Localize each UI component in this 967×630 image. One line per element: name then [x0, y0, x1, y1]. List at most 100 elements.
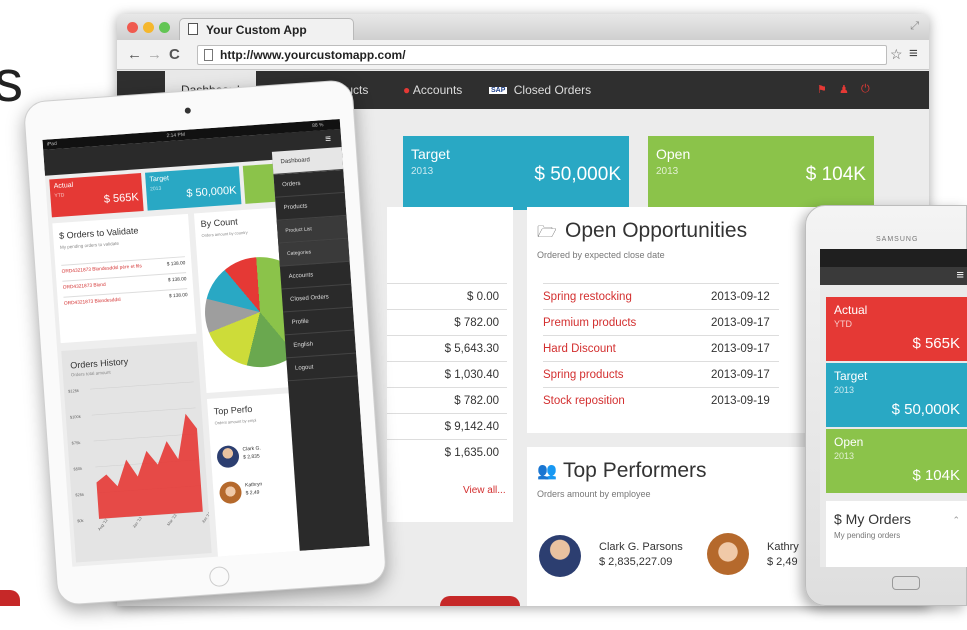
x-tick-label: Mar '13 [166, 512, 178, 526]
browser-tab-title: Your Custom App [206, 23, 307, 37]
avatar [216, 444, 240, 469]
ipad-performer-name: Kathryn [244, 481, 263, 489]
nav-accounts-label: Accounts [412, 83, 463, 97]
kpi-target[interactable]: Target 2013 $ 50,000K [403, 136, 629, 210]
orders-validate-subtitle: My pending orders to validate [59, 240, 120, 250]
decorative-red-shape [440, 596, 520, 606]
kpi-target-title: Target [411, 146, 450, 162]
browser-menu-icon[interactable]: ≡ [909, 45, 918, 62]
ipad-frame: iPad 2:14 PM 88 % Actual YTD $ 565K Target… [22, 79, 388, 606]
phone-home-button[interactable] [892, 576, 920, 590]
performer-name: Clark G. Parsons [599, 541, 683, 553]
amount-row: $ 5,643.30 [387, 335, 507, 361]
side-item-logout[interactable]: Logout [286, 353, 358, 382]
phone-kpi-actual[interactable]: Actual YTD $ 565K [826, 297, 967, 361]
address-bar[interactable]: http://www.yourcustomapp.com/ [197, 45, 887, 65]
y-tick-label: $100k [70, 414, 81, 420]
orders-history-panel: Orders History Orders total amount $125k… [61, 341, 212, 563]
gridline [89, 381, 194, 390]
flag-icon[interactable]: ⚑ [817, 83, 827, 96]
amount-row: $ 782.00 [387, 387, 507, 413]
order-row[interactable]: ORD4321873 Blondesddsl père et fils $ 138… [61, 256, 186, 275]
ipad-device: iPad 2:14 PM 88 % Actual YTD $ 565K Target… [0, 70, 400, 630]
phone-app-header: ≡ [820, 267, 967, 285]
folder-open-icon: 🗁 [537, 224, 557, 241]
phone-kpi-target[interactable]: Target 2013 $ 50,000K [826, 363, 967, 427]
url-page-icon [204, 49, 213, 61]
kpi-target-value: $ 50,000K [534, 164, 621, 185]
opportunity-row[interactable]: Spring restocking 2013-09-12 [543, 283, 779, 309]
orders-history-title: Orders History [69, 356, 129, 371]
ipad-top-performers-panel: Top Perfo Orders amount by empl Clark G.… [206, 393, 300, 559]
amount-row: $ 1,030.40 [387, 361, 507, 387]
title-bar: Your Custom App ⤢ [117, 14, 929, 40]
maximize-window-button[interactable] [159, 22, 170, 33]
phone-kpi-open[interactable]: Open 2013 $ 104K [826, 429, 967, 493]
nav-closed-orders[interactable]: SAP Closed Orders [489, 71, 591, 109]
bookmark-star-icon[interactable]: ☆ [890, 46, 903, 63]
y-tick-label: $75k [72, 440, 81, 446]
forward-icon[interactable]: → [147, 46, 162, 63]
opportunity-row[interactable]: Stock reposition 2013-09-19 [543, 387, 779, 413]
opportunities-subtitle: Ordered by expected close date [537, 250, 665, 260]
gridline [91, 407, 196, 416]
performers-subtitle: Orders amount by employee [537, 489, 651, 499]
orders-amount-panel: $ 0.00 $ 782.00 $ 5,643.30 $ 1,030.40 $ … [387, 207, 513, 522]
amount-row: $ 0.00 [387, 283, 507, 309]
amount-row: $ 782.00 [387, 309, 507, 335]
fullscreen-icon[interactable]: ⤢ [910, 20, 919, 33]
close-window-button[interactable] [127, 22, 138, 33]
x-tick-label: Jan '13 [131, 515, 143, 529]
amount-row: $ 9,142.40 [387, 413, 507, 439]
y-tick-label: $0k [77, 518, 84, 523]
accounts-icon: ● [403, 83, 411, 97]
my-orders-subtitle: My pending orders [834, 531, 901, 540]
order-row[interactable]: ORD4321873 Blond $ 138.00 [62, 272, 187, 291]
x-tick-label: Jun '13 [200, 510, 211, 524]
home-button[interactable] [208, 565, 231, 588]
reload-icon[interactable]: C [169, 46, 180, 63]
phone-status-bar [820, 249, 967, 267]
performers-title: Top Performers [563, 459, 707, 482]
minimize-window-button[interactable] [143, 22, 154, 33]
phone-hamburger-icon[interactable]: ≡ [956, 267, 964, 282]
ipad-screen: iPad 2:14 PM 88 % Actual YTD $ 565K Target… [42, 119, 370, 567]
order-row[interactable]: ORD4321873 Blondesddsl $ 138.00 [63, 288, 188, 307]
power-icon[interactable]: ⏻ [861, 83, 870, 96]
view-all-link[interactable]: View all... [463, 485, 506, 496]
phone-brand: SAMSUNG [876, 236, 919, 243]
back-icon[interactable]: ← [127, 46, 142, 63]
kpi-open[interactable]: Open 2013 $ 104K [648, 136, 874, 210]
url-text: http://www.yourcustomapp.com/ [220, 48, 406, 62]
ipad-performer-name: Clark G. [242, 445, 262, 453]
amount-row: $ 1,635.00 [387, 439, 507, 465]
performer-amount: $ 2,49 [767, 556, 798, 568]
browser-tab[interactable]: Your Custom App [179, 18, 354, 40]
by-country-title: By Count [200, 216, 239, 229]
opportunity-row[interactable]: Hard Discount 2013-09-17 [543, 335, 779, 361]
opportunity-row[interactable]: Premium products 2013-09-17 [543, 309, 779, 335]
y-tick-label: $25k [75, 492, 84, 498]
ipad-carrier: iPad [46, 140, 58, 148]
orders-history-subtitle: Orders total amount [70, 369, 111, 378]
user-icon[interactable]: ♟ [839, 83, 849, 96]
nav-accounts[interactable]: ● Accounts [403, 71, 462, 109]
avatar [218, 480, 243, 505]
avatar [539, 535, 581, 577]
nav-closed-orders-label: Closed Orders [513, 83, 592, 97]
hamburger-icon[interactable]: ≡ [325, 134, 332, 145]
sap-logo: SAP [489, 87, 508, 95]
orders-to-validate-panel: $ Orders to Validate My pending orders t… [52, 213, 197, 344]
my-orders-title: $ My Orders [834, 511, 912, 527]
camera-icon [184, 107, 191, 114]
my-orders-panel: $ My Orders My pending orders ⌃ [826, 501, 967, 567]
ipad-kpi-target[interactable]: Target 2013 $ 50,000K [145, 166, 242, 211]
kpi-open-title: Open [656, 146, 691, 162]
performer-name: Kathry [767, 541, 799, 553]
avatar [707, 533, 749, 575]
opportunity-row[interactable]: Spring products 2013-09-17 [543, 361, 779, 387]
chevron-up-icon[interactable]: ⌃ [952, 515, 960, 526]
ipad-kpi-actual[interactable]: Actual YTD $ 565K [49, 173, 144, 218]
x-tick-label: Aug '12 [97, 517, 109, 531]
ipad-kpi-open[interactable] [242, 163, 276, 204]
